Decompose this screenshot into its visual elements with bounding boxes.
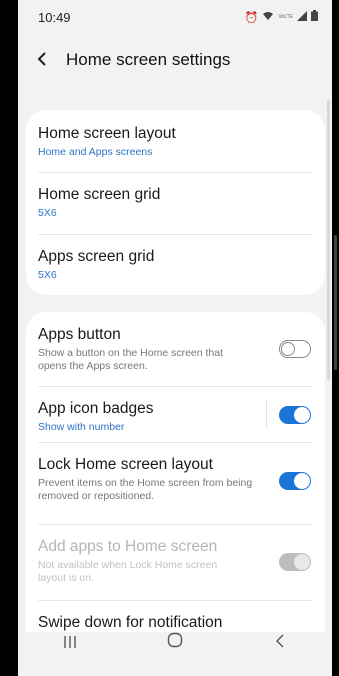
status-time: 10:49 xyxy=(38,9,71,25)
setting-title: Lock Home screen layout xyxy=(38,456,213,473)
wifi-icon xyxy=(262,11,274,24)
volte-icon: VoLTE xyxy=(278,14,293,20)
setting-apps-button[interactable]: Apps button Show a button on the Home sc… xyxy=(26,312,325,386)
home-icon xyxy=(167,632,183,653)
setting-lock-home-screen-layout[interactable]: Lock Home screen layout Prevent items on… xyxy=(26,442,325,524)
setting-subtitle: 5X6 xyxy=(38,207,57,219)
back-icon xyxy=(275,632,285,653)
nav-back-button[interactable] xyxy=(250,620,310,664)
setting-title: Add apps to Home screen xyxy=(38,538,218,555)
toggle-knob xyxy=(281,341,295,356)
setting-title: Apps screen grid xyxy=(38,248,155,265)
apps-button-toggle[interactable] xyxy=(279,340,311,358)
setting-app-icon-badges[interactable]: App icon badges Show with number xyxy=(26,386,325,442)
battery-icon xyxy=(311,10,318,24)
phone-screen: 10:49 ⏰ VoLTE Home screen settings Home xyxy=(18,0,332,676)
navigation-bar xyxy=(18,620,332,664)
setting-description: Show a button on the Home screen that op… xyxy=(38,347,224,372)
setting-title: Home screen layout xyxy=(38,125,176,142)
setting-title: Home screen grid xyxy=(38,186,161,203)
vertical-divider xyxy=(266,400,267,428)
back-button[interactable] xyxy=(18,40,66,80)
setting-apps-screen-grid[interactable]: Apps screen grid 5X6 xyxy=(26,234,325,295)
setting-home-screen-layout[interactable]: Home screen layout Home and Apps screens xyxy=(26,110,325,172)
status-icons: ⏰ VoLTE xyxy=(245,10,318,24)
setting-home-screen-grid[interactable]: Home screen grid 5X6 xyxy=(26,172,325,234)
setting-description: Prevent items on the Home screen from be… xyxy=(38,477,253,502)
scrollbar[interactable] xyxy=(327,100,330,380)
options-settings-card: Apps button Show a button on the Home sc… xyxy=(26,312,325,632)
app-bar: Home screen settings xyxy=(18,40,332,80)
device-side-button xyxy=(334,235,337,370)
page-title: Home screen settings xyxy=(66,50,231,69)
recents-icon xyxy=(63,632,77,653)
alarm-icon: ⏰ xyxy=(244,11,259,24)
setting-title: Apps button xyxy=(38,326,121,343)
toggle-knob xyxy=(294,407,310,423)
setting-add-apps-to-home-screen: Add apps to Home screen Not available wh… xyxy=(26,524,325,600)
app-icon-badges-toggle[interactable] xyxy=(279,406,311,424)
toggle-knob xyxy=(294,473,310,489)
chevron-left-icon xyxy=(36,47,48,73)
status-bar: 10:49 ⏰ VoLTE xyxy=(18,0,332,34)
signal-icon xyxy=(297,10,307,24)
recents-button[interactable] xyxy=(40,620,100,664)
layout-settings-card: Home screen layout Home and Apps screens… xyxy=(26,110,325,295)
toggle-knob xyxy=(294,554,310,570)
setting-title: App icon badges xyxy=(38,400,154,417)
setting-subtitle: Home and Apps screens xyxy=(38,146,153,158)
setting-subtitle: Show with number xyxy=(38,421,125,433)
add-apps-toggle xyxy=(279,553,311,571)
lock-layout-toggle[interactable] xyxy=(279,472,311,490)
setting-description: Not available when Lock Home screen layo… xyxy=(38,559,218,584)
setting-subtitle: 5X6 xyxy=(38,269,57,281)
home-button[interactable] xyxy=(145,620,205,664)
